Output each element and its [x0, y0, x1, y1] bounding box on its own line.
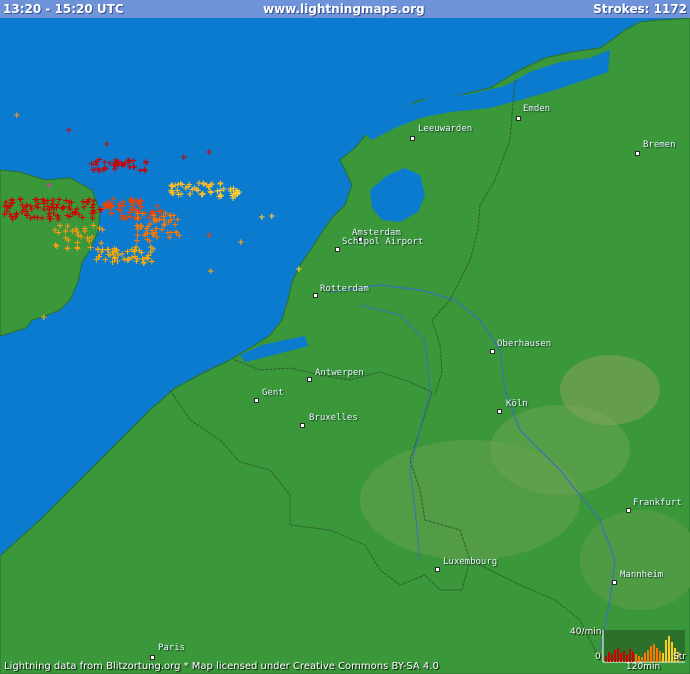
histogram-bar	[608, 652, 610, 662]
histogram-bar	[668, 636, 670, 662]
histogram-bar	[644, 653, 646, 662]
histogram-suffix-label: Str	[673, 652, 686, 662]
histogram-bar	[647, 650, 649, 662]
histogram-bar	[665, 640, 667, 662]
histogram-bar	[656, 648, 658, 662]
histogram-bar	[617, 648, 619, 662]
histogram-bar	[653, 644, 655, 662]
histogram-bar	[626, 655, 628, 662]
histogram-bar	[632, 652, 634, 662]
histogram-max-label: 40/min	[570, 627, 602, 637]
histogram-bar	[650, 646, 652, 662]
histogram-bar	[623, 651, 625, 662]
lightning-map[interactable]: 13:20 - 15:20 UTC www.lightningmaps.org …	[0, 0, 690, 674]
histogram-duration-label: 120min	[626, 662, 661, 672]
histogram-bar	[629, 649, 631, 662]
histogram-bar	[659, 651, 661, 662]
histogram-bar	[611, 654, 613, 662]
map-attribution: Lightning data from Blitzortung.org * Ma…	[4, 661, 439, 672]
histogram-bar	[662, 653, 664, 662]
histogram-zero-label: 0	[595, 652, 601, 662]
histogram-bar	[635, 654, 637, 662]
histogram-bar	[620, 653, 622, 662]
stroke-histogram	[602, 630, 685, 663]
histogram-bar	[614, 650, 616, 662]
histogram-bar	[605, 656, 607, 662]
